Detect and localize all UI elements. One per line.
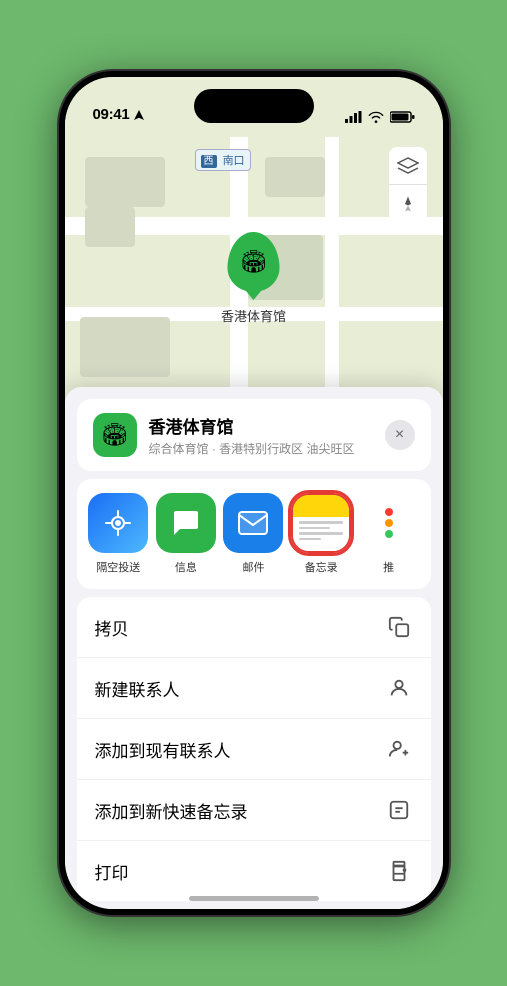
close-button[interactable]: × bbox=[385, 420, 415, 450]
location-venue-icon: 🏟 bbox=[101, 422, 129, 448]
map-building bbox=[80, 317, 170, 377]
menu-item-new-contact[interactable]: 新建联系人 bbox=[77, 658, 431, 719]
status-icons bbox=[345, 111, 415, 123]
location-subtitle: 综合体育馆 · 香港特别行政区 油尖旺区 bbox=[149, 440, 373, 457]
share-action-mail[interactable]: 邮件 bbox=[220, 493, 288, 575]
messages-icon bbox=[170, 507, 202, 539]
stadium-pin: 🏟 bbox=[227, 232, 279, 292]
stadium-marker[interactable]: 🏟 香港体育馆 bbox=[221, 232, 286, 325]
location-arrow-icon bbox=[133, 109, 145, 121]
print-icon bbox=[385, 857, 413, 885]
new-contact-icon bbox=[385, 674, 413, 702]
location-icon-wrap: 🏟 bbox=[93, 413, 137, 457]
map-building bbox=[85, 157, 165, 207]
location-info: 香港体育馆 综合体育馆 · 香港特别行政区 油尖旺区 bbox=[149, 413, 373, 457]
menu-item-add-notes[interactable]: 添加到新快速备忘录 bbox=[77, 780, 431, 841]
notes-label: 备忘录 bbox=[305, 559, 338, 575]
share-action-notes[interactable]: 备忘录 bbox=[287, 493, 355, 575]
phone-frame: 09:41 bbox=[59, 71, 449, 915]
layers-icon bbox=[397, 157, 419, 175]
stadium-marker-label: 香港体育馆 bbox=[221, 306, 286, 325]
battery-icon bbox=[390, 111, 415, 123]
menu-item-print[interactable]: 打印 bbox=[77, 841, 431, 901]
location-button[interactable] bbox=[389, 185, 427, 223]
share-action-messages[interactable]: 信息 bbox=[152, 493, 220, 575]
map-layers-button[interactable] bbox=[389, 147, 427, 185]
notes-icon-bg bbox=[291, 493, 351, 553]
map-building bbox=[85, 207, 135, 247]
menu-list: 拷贝 新建联系人 bbox=[77, 597, 431, 901]
map-label: 西 南口 bbox=[195, 149, 251, 171]
wifi-icon bbox=[368, 111, 384, 123]
status-time: 09:41 bbox=[93, 106, 130, 123]
add-existing-icon bbox=[385, 735, 413, 763]
share-actions-row: 隔空投送 信息 bbox=[77, 479, 431, 589]
map-controls bbox=[389, 147, 427, 223]
menu-item-copy[interactable]: 拷贝 bbox=[77, 597, 431, 658]
location-card: 🏟 香港体育馆 综合体育馆 · 香港特别行政区 油尖旺区 × bbox=[77, 399, 431, 471]
status-bar: 09:41 bbox=[65, 77, 443, 131]
messages-icon-bg bbox=[156, 493, 216, 553]
map-label-text: 南口 bbox=[223, 155, 245, 167]
bottom-sheet: 🏟 香港体育馆 综合体育馆 · 香港特别行政区 油尖旺区 × bbox=[65, 387, 443, 909]
phone-screen: 09:41 bbox=[65, 77, 443, 909]
compass-icon bbox=[399, 195, 417, 213]
add-existing-label: 添加到现有联系人 bbox=[95, 737, 231, 762]
share-action-airdrop[interactable]: 隔空投送 bbox=[85, 493, 153, 575]
airdrop-icon bbox=[103, 508, 133, 538]
home-indicator bbox=[189, 896, 319, 901]
copy-label: 拷贝 bbox=[95, 615, 129, 640]
signal-icon bbox=[345, 111, 362, 123]
messages-label: 信息 bbox=[175, 559, 197, 575]
map-building bbox=[265, 157, 325, 197]
airdrop-label: 隔空投送 bbox=[96, 559, 140, 575]
add-notes-icon bbox=[385, 796, 413, 824]
menu-item-add-existing[interactable]: 添加到现有联系人 bbox=[77, 719, 431, 780]
more-icon-wrap bbox=[359, 493, 419, 553]
mail-icon bbox=[237, 510, 269, 536]
add-notes-label: 添加到新快速备忘录 bbox=[95, 798, 248, 823]
stadium-pin-icon: 🏟 bbox=[240, 249, 268, 275]
more-label: 推 bbox=[383, 559, 394, 575]
location-name: 香港体育馆 bbox=[149, 413, 373, 438]
mail-label: 邮件 bbox=[242, 559, 264, 575]
mail-icon-bg bbox=[223, 493, 283, 553]
print-label: 打印 bbox=[95, 859, 129, 884]
airdrop-icon-bg bbox=[88, 493, 148, 553]
copy-icon bbox=[385, 613, 413, 641]
new-contact-label: 新建联系人 bbox=[95, 676, 180, 701]
share-action-more[interactable]: 推 bbox=[355, 493, 423, 575]
more-dots-icon bbox=[385, 508, 393, 538]
